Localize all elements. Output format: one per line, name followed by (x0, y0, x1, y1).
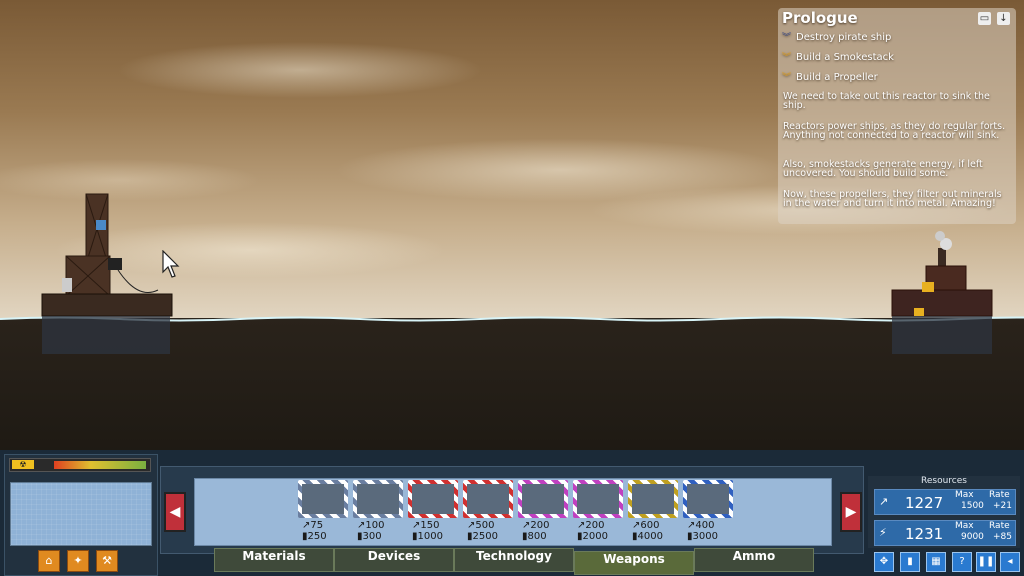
enemy-pirate-ship[interactable] (886, 228, 998, 363)
weapon-card[interactable]: ↗200 ▮800 (518, 480, 568, 542)
tab-weapons[interactable]: Weapons (574, 551, 694, 575)
objective-task: ︾ Build a Smokestack (782, 52, 894, 63)
tab-devices[interactable]: Devices (334, 548, 454, 572)
chevron-icon: ︾ (782, 73, 792, 83)
weapon-energy-cost: 1000 (417, 531, 443, 542)
help-icon[interactable]: ? (952, 552, 972, 572)
weapon-metal-cost: 400 (695, 520, 715, 531)
objective-paragraph: Also, smokestacks generate energy, if le… (783, 159, 983, 179)
weapon-card[interactable]: ↗400 ▮3000 (683, 480, 733, 542)
weapon-metal-cost: 500 (475, 520, 495, 531)
weapon-energy-cost: 300 (362, 531, 382, 542)
repair-icon[interactable]: ⚒ (96, 550, 118, 572)
radiation-icon: ☢ (12, 460, 34, 469)
scroll-left-button[interactable]: ◀ (164, 492, 186, 532)
chevron-icon: ︾ (782, 33, 792, 43)
resources-title: Resources (921, 476, 967, 486)
weapon-metal-cost: 150 (420, 520, 440, 531)
energy-icon: ⚡ (879, 526, 887, 539)
player-ship[interactable] (38, 190, 178, 365)
move-icon[interactable]: ✥ (874, 552, 894, 572)
scroll-right-button[interactable]: ▶ (840, 492, 862, 532)
weapon-energy-cost: 2000 (582, 531, 608, 542)
objective-paragraph: Now, these propellers, they filter out m… (783, 189, 1002, 209)
weapon-energy-cost: 250 (307, 531, 327, 542)
back-icon[interactable]: ◂ (1000, 552, 1020, 572)
weapon-metal-cost: 600 (640, 520, 660, 531)
objective-task: ︾ Destroy pirate ship (782, 32, 892, 43)
power-bar-fill (54, 461, 146, 469)
weapon-tray (194, 478, 832, 546)
weapon-energy-cost: 2500 (472, 531, 498, 542)
weapon-icon (683, 480, 733, 518)
weapon-metal-cost: 200 (585, 520, 605, 531)
energy-icon[interactable]: ✦ (67, 550, 89, 572)
power-bar: ☢ (9, 458, 151, 472)
tab-materials[interactable]: Materials (214, 548, 334, 572)
weapon-energy-cost: 3000 (692, 531, 718, 542)
weapon-metal-cost: 100 (365, 520, 385, 531)
tab-technology[interactable]: Technology (454, 548, 574, 572)
weapon-card[interactable]: ↗600 ▮4000 (628, 480, 678, 542)
weapon-card[interactable]: ↗500 ▮2500 (463, 480, 513, 542)
weapon-icon (298, 480, 348, 518)
tab-ammo[interactable]: Ammo (694, 548, 814, 572)
weapon-card[interactable]: ↗200 ▮2000 (573, 480, 623, 542)
weapon-icon (518, 480, 568, 518)
objectives-panel: Prologue ▭ ↓ ︾ Destroy pirate ship ︾ Build… (778, 8, 1016, 224)
build-icon[interactable]: ⌂ (38, 550, 60, 572)
weapon-card[interactable]: ↗75 ▮250 (298, 480, 348, 542)
weapon-metal-cost: 75 (310, 520, 324, 531)
metal-resource: ↗ 1227 Max 1500 Rate +21 (874, 489, 1016, 515)
weapon-card[interactable]: ↗150 ▮1000 (408, 480, 458, 542)
energy-resource: ⚡ 1231 Max 9000 Rate +85 (874, 520, 1016, 546)
download-icon[interactable]: ↓ (997, 12, 1010, 25)
objective-task: ︾ Build a Propeller (782, 72, 878, 83)
resources-panel: Resources ↗ 1227 Max 1500 Rate +21 ⚡ 123… (868, 476, 1020, 548)
weapon-icon (353, 480, 403, 518)
weapon-energy-cost: 800 (527, 531, 547, 542)
weapon-icon (408, 480, 458, 518)
book-icon[interactable]: ▮ (900, 552, 920, 572)
objective-paragraph: Reactors power ships, as they do regular… (783, 121, 1006, 141)
weapon-metal-cost: 200 (530, 520, 550, 531)
mouse-cursor-icon (162, 250, 180, 278)
weapon-icon (628, 480, 678, 518)
category-tabs: Materials Devices Technology Weapons Amm… (188, 548, 838, 575)
weapon-card[interactable]: ↗100 ▮300 (353, 480, 403, 542)
weapon-energy-cost: 4000 (637, 531, 663, 542)
chevron-icon: ︾ (782, 53, 792, 63)
weapon-icon (573, 480, 623, 518)
minimap[interactable] (10, 482, 152, 546)
pause-icon[interactable]: ❚❚ (976, 552, 996, 572)
metal-icon: ↗ (879, 495, 889, 508)
objectives-title: Prologue (782, 9, 858, 27)
objective-paragraph: We need to take out this reactor to sink… (783, 91, 990, 111)
weapon-icon (463, 480, 513, 518)
grid-icon[interactable]: ▦ (926, 552, 946, 572)
monitor-icon[interactable]: ▭ (978, 12, 991, 25)
